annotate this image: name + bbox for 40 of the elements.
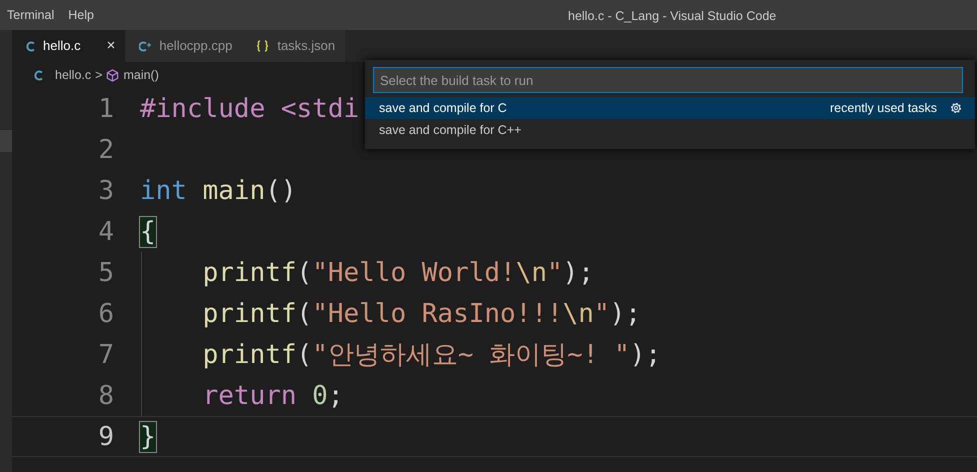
- line-number: 5: [97, 257, 114, 290]
- line-number: 6: [97, 298, 114, 331]
- close-icon[interactable]: ×: [106, 34, 116, 58]
- c-file-icon: [26, 40, 35, 52]
- code-line: printf("Hello World!\n");: [202, 257, 594, 290]
- menu-item[interactable]: Help: [61, 6, 101, 24]
- item-label: save and compile for C++: [379, 122, 522, 139]
- code-line: int main(): [140, 175, 297, 208]
- editor-tab[interactable]: hello.c ×: [12, 30, 126, 62]
- code-line: printf("Hello RasIno!!!\n");: [202, 298, 641, 331]
- window-title: hello.c - C_Lang - Visual Studio Code: [568, 8, 776, 25]
- line-number: 7: [97, 339, 114, 372]
- activity-indicator: [0, 130, 12, 152]
- breadcrumb-item[interactable]: hello.c: [55, 66, 92, 84]
- code-line: #include <stdi: [140, 93, 360, 126]
- matched-bracket: {: [140, 217, 156, 247]
- breadcrumb-separator: >: [95, 66, 102, 84]
- breadcrumb-item[interactable]: main(): [123, 66, 159, 84]
- line-number: 1: [97, 93, 114, 126]
- line-number: 3: [97, 175, 114, 208]
- cpp-file-icon: [139, 40, 152, 52]
- line-number: 4: [97, 216, 114, 249]
- item-detail: recently used tasks: [830, 100, 937, 117]
- input-field[interactable]: Select the build task to run: [373, 67, 963, 93]
- code-line: printf("안녕하세요~ 화이팅~! ");: [202, 339, 662, 372]
- quick-pick-item[interactable]: save and compile for C recently used tasks: [365, 97, 975, 119]
- editor-tab[interactable]: hellocpp.cpp: [125, 30, 242, 62]
- code-line: return 0;: [202, 380, 344, 413]
- line-number: 2: [97, 134, 114, 167]
- braces-icon: [256, 40, 270, 52]
- line-number: 8: [97, 380, 114, 413]
- item-label: save and compile for C: [379, 100, 508, 117]
- matched-bracket: }: [140, 422, 156, 452]
- menu-item[interactable]: Terminal: [0, 6, 62, 24]
- cube-icon: [106, 68, 120, 82]
- quick-pick-item[interactable]: save and compile for C++: [365, 119, 975, 141]
- settings-icon[interactable]: [949, 101, 963, 115]
- c-file-icon: [34, 70, 43, 80]
- editor-tab[interactable]: tasks.json: [242, 30, 346, 62]
- line-number: 9: [97, 421, 114, 454]
